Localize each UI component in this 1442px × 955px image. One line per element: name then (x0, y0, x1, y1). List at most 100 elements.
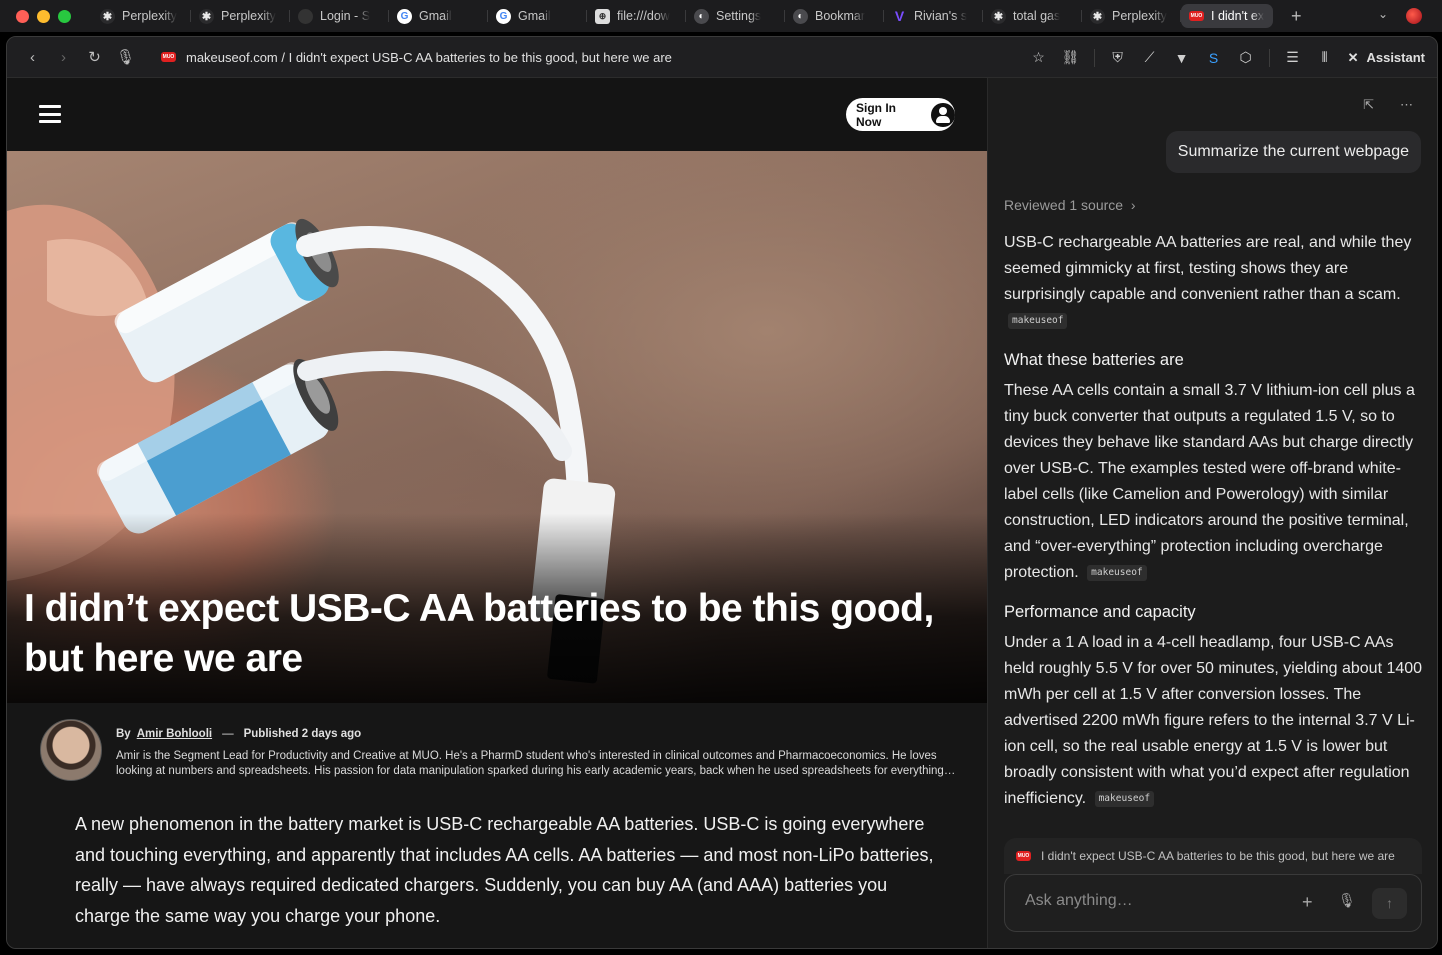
tab-active-article[interactable]: MUO I didn't ex (1181, 4, 1273, 28)
tab-file[interactable]: ⊕ file:///dow (587, 4, 686, 28)
puzzle-icon[interactable]: ⬡ (1237, 49, 1255, 66)
bookmark-star-icon[interactable]: ☆ (1030, 49, 1048, 66)
assistant-label: Assistant (1366, 50, 1425, 65)
panel-actions: ⇱ ⋯ (1363, 97, 1413, 113)
user-message: Summarize the current webpage (1165, 131, 1421, 173)
tab-bookmarks[interactable]: ◐ Bookmar (785, 4, 884, 28)
perplexity-icon: ✱ (991, 8, 1006, 24)
tab-label: Login - S (320, 9, 371, 23)
zoom-window-button[interactable] (58, 9, 71, 23)
citation-badge[interactable]: makeuseof (1008, 313, 1068, 329)
assistant-answer: USB-C rechargeable AA batteries are real… (1004, 230, 1424, 826)
audio-waveform-icon[interactable]: ⦀ (1316, 49, 1334, 66)
close-icon[interactable]: ✕ (1348, 50, 1359, 66)
sign-in-label: Sign In Now (856, 100, 896, 129)
author-byline: By Amir Bohlooli — Published 2 days ago … (40, 719, 960, 785)
back-icon[interactable]: ‹ (17, 49, 48, 66)
perplexity-icon: ✱ (199, 8, 214, 24)
publish-date: Published 2 days ago (243, 728, 362, 740)
assistant-panel: ⇱ ⋯ Summarize the current webpage Review… (987, 78, 1437, 948)
google-icon: G (397, 8, 412, 24)
url-text[interactable]: makeuseof.com / I didn't expect USB-C AA… (186, 50, 672, 65)
open-external-icon[interactable]: ⇱ (1363, 97, 1374, 113)
tab-label: Perplexity (122, 9, 177, 23)
s-extension-icon[interactable]: S (1205, 50, 1223, 66)
pen-icon[interactable]: ⟋ (1141, 49, 1159, 66)
answer-text: USB-C rechargeable AA batteries are real… (1004, 234, 1412, 303)
perplexity-icon: ✱ (100, 8, 115, 24)
more-options-icon[interactable]: ⋯ (1400, 97, 1413, 113)
tab-perplexity[interactable]: ✱ Perplexity (191, 4, 290, 28)
author-bio: Amir is the Segment Lead for Productivit… (116, 750, 944, 777)
blank-icon (298, 8, 313, 24)
tab-label: I didn't ex (1211, 9, 1265, 23)
minimize-window-button[interactable] (37, 9, 50, 23)
tab-rivian[interactable]: V Rivian's s (884, 4, 983, 28)
user-icon (931, 102, 955, 127)
add-attachment-icon[interactable]: + (1302, 892, 1313, 913)
answer-text: These AA cells contain a small 3.7 V lit… (1004, 382, 1415, 581)
answer-intro: USB-C rechargeable AA batteries are real… (1004, 230, 1424, 334)
vpn-icon[interactable]: ▼ (1173, 50, 1191, 66)
tab-label: Settings (716, 9, 762, 23)
new-tab-icon[interactable]: + (1291, 6, 1302, 27)
link-icon[interactable]: ⛓ (1062, 49, 1080, 66)
tab-gmail[interactable]: G Gmail (488, 4, 587, 28)
v-icon: V (894, 8, 905, 24)
author-avatar[interactable] (40, 719, 102, 781)
tab-overflow-chevron-icon[interactable]: ⌄ (1378, 7, 1388, 21)
by-label: By (116, 728, 131, 740)
tab-login[interactable]: Login - S (290, 4, 389, 28)
tab-label: Perplexity (221, 9, 276, 23)
muo-icon: MUO (1189, 11, 1204, 21)
toolbar-divider (1093, 48, 1095, 67)
microphone-icon[interactable]: 🎙︎ (110, 48, 141, 66)
tab-perplexity[interactable]: ✱ Perplexity (92, 4, 191, 28)
context-chip-label: I didn't expect USB-C AA batteries to be… (1041, 849, 1395, 863)
tab-perplexity[interactable]: ✱ Perplexity (1082, 4, 1181, 28)
answer-paragraph: Under a 1 A load in a 4-cell headlamp, f… (1004, 630, 1424, 812)
citation-badge[interactable]: makeuseof (1087, 565, 1147, 581)
ask-input[interactable] (1025, 892, 1285, 910)
answer-heading: Performance and capacity (1004, 603, 1196, 621)
toolbar-actions: ☆ ⛓ ⛨ ⟋ ▼ S ⬡ ☰ ⦀ ✕ Assistant (1030, 37, 1425, 78)
site-header: Sign In Now (7, 78, 987, 151)
reload-icon[interactable]: ↻ (79, 48, 110, 66)
assistant-button[interactable]: ✕ Assistant (1348, 50, 1425, 66)
tab-settings[interactable]: ◐ Settings (686, 4, 785, 28)
tab-label: Rivian's s (914, 9, 968, 23)
chevron-right-icon: › (1126, 197, 1136, 213)
citation-badge[interactable]: makeuseof (1094, 791, 1155, 807)
ask-composer: + 🎙︎ ↑ (1004, 874, 1422, 932)
toolbar-divider (1268, 48, 1270, 67)
tab-label: Perplexity (1112, 9, 1167, 23)
article-title: I didn’t expect USB-C AA batteries to be… (24, 587, 934, 680)
page-context-chip[interactable]: MUO I didn't expect USB-C AA batteries t… (1004, 838, 1422, 874)
microphone-icon[interactable]: 🎙︎ (1338, 892, 1356, 909)
tab-label: Gmail (419, 9, 452, 23)
settings-icon: ◐ (694, 8, 709, 24)
tab-list: ✱ Perplexity ✱ Perplexity Login - S G Gmail… (92, 0, 1302, 32)
article-paragraph: A new phenomenon in the battery market i… (75, 814, 934, 926)
menu-icon[interactable] (39, 105, 61, 123)
tab-gmail[interactable]: G Gmail (389, 4, 488, 28)
file-icon: ⊕ (595, 8, 610, 24)
tab-label: Bookmar (815, 9, 866, 23)
close-window-button[interactable] (16, 9, 29, 23)
shield-icon[interactable]: ⛨ (1109, 49, 1127, 66)
perplexity-icon: ✱ (1090, 8, 1105, 24)
extension-icon[interactable] (1406, 8, 1422, 24)
author-link[interactable]: Amir Bohlooli (137, 728, 212, 740)
byline-meta: By Amir Bohlooli — Published 2 days ago (116, 728, 361, 740)
tab-total-gas[interactable]: ✱ total gas (983, 4, 1082, 28)
address-bar[interactable]: MUO makeuseof.com / I didn't expect USB-… (161, 50, 672, 65)
byline-separator: — (222, 728, 234, 740)
forward-icon[interactable]: › (48, 49, 79, 66)
reviewed-sources[interactable]: Reviewed 1 source › (1004, 197, 1136, 213)
address-toolbar: ‹ › ↻ 🎙︎ MUO makeuseof.com / I didn't ex… (7, 37, 1437, 78)
sign-in-button[interactable]: Sign In Now (846, 98, 955, 131)
send-button[interactable]: ↑ (1372, 888, 1407, 919)
browser-window: ‹ › ↻ 🎙︎ MUO makeuseof.com / I didn't ex… (6, 36, 1438, 949)
reader-mode-icon[interactable]: ☰ (1284, 49, 1302, 66)
answer-heading: What these batteries are (1004, 351, 1184, 369)
